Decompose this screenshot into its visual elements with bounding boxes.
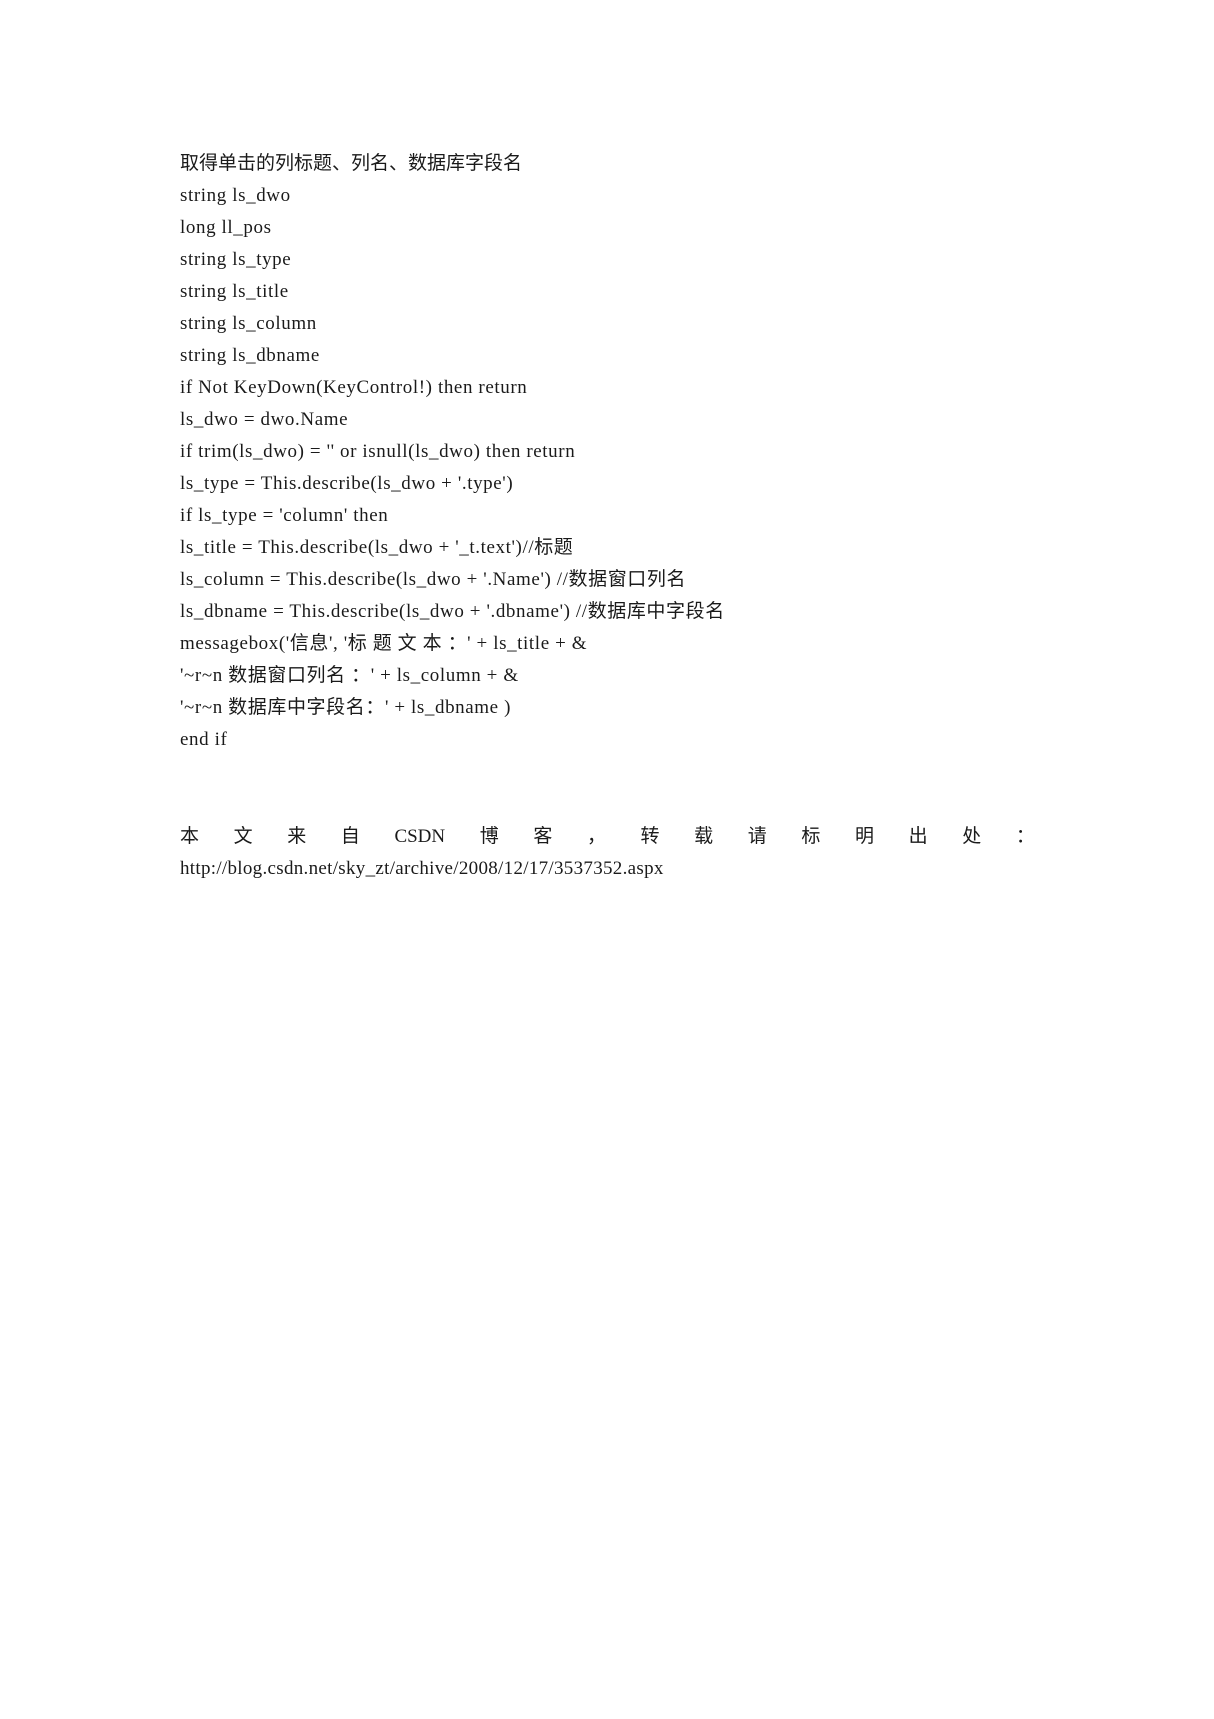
code-line: string ls_dbname [180, 345, 320, 366]
code-line: end if [180, 729, 228, 750]
code-line: if Not KeyDown(KeyControl!) then return [180, 377, 528, 398]
attribution-word: 转 [640, 826, 660, 847]
code-line: ls_column = This.describe(ls_dwo + '.Nam… [180, 569, 687, 590]
attribution-word: 处 [962, 826, 982, 847]
attribution-word: 载 [694, 826, 714, 847]
code-line: ls_dbname = This.describe(ls_dwo + '.dbn… [180, 601, 725, 622]
code-line: string ls_title [180, 281, 289, 302]
code-block: string ls_dwolong ll_posstring ls_typest… [180, 180, 1035, 756]
code-line: ls_title = This.describe(ls_dwo + '_t.te… [180, 537, 574, 558]
code-line: ls_dwo = dwo.Name [180, 409, 349, 430]
attribution-word: 标 [801, 826, 821, 847]
attribution-word: ： [1015, 826, 1035, 847]
code-line: if trim(ls_dwo) = '' or isnull(ls_dwo) t… [180, 441, 576, 462]
attribution-word: 客 [533, 826, 553, 847]
attribution-word: 博 [479, 826, 499, 847]
attribution-word: 来 [287, 826, 307, 847]
attribution-word: 明 [854, 826, 874, 847]
attribution-word: 请 [747, 826, 767, 847]
code-line: messagebox('信息', '标 题 文 本 ：' + ls_title … [180, 633, 588, 654]
code-line: '~r~n 数据窗口列名 ：' + ls_column + & [180, 665, 519, 686]
code-line: long ll_pos [180, 217, 272, 238]
attribution-word: 本 [180, 826, 200, 847]
code-line: if ls_type = 'column' then [180, 505, 389, 526]
code-line: string ls_dwo [180, 185, 291, 206]
code-line: ls_type = This.describe(ls_dwo + '.type'… [180, 473, 514, 494]
code-line: string ls_column [180, 313, 317, 334]
attribution-word: 自 [340, 826, 360, 847]
code-line: string ls_type [180, 249, 292, 270]
code-line: '~r~n 数据库中字段名：' + ls_dbname ) [180, 697, 511, 718]
source-url[interactable]: http://blog.csdn.net/sky_zt/archive/2008… [180, 853, 1035, 885]
attribution-word: 文 [233, 826, 253, 847]
document-page: 取得单击的列标题、列名、数据库字段名 string ls_dwolong ll_… [180, 148, 1035, 885]
attribution-word: ， [586, 826, 606, 847]
source-attribution: 本 文 来 自 CSDN 博 客 ， 转 载 请 标 明 出 处 ： [180, 821, 1035, 853]
attribution-word: 出 [908, 826, 928, 847]
attribution-word: CSDN [394, 826, 446, 847]
document-heading: 取得单击的列标题、列名、数据库字段名 [180, 153, 523, 174]
